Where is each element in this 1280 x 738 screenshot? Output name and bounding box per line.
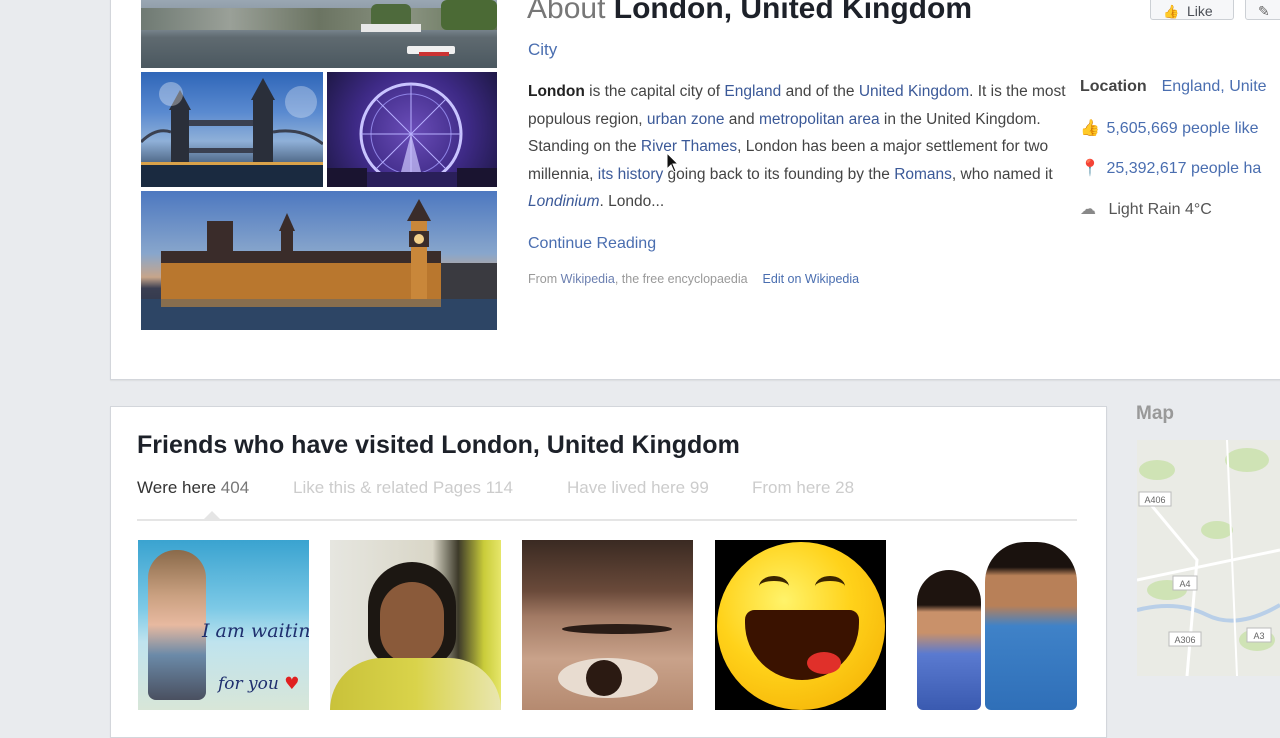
tab-label: Have lived here <box>567 478 686 497</box>
title-prefix: About <box>527 0 606 25</box>
description-text: London is the capital city of England an… <box>528 78 1073 216</box>
london-eye-graphic <box>327 82 497 187</box>
waiting-text-line2-label: for you <box>218 674 279 694</box>
about-page-title: About London, United Kingdom <box>527 0 972 26</box>
friend-photo-4[interactable] <box>715 540 886 710</box>
tab-have-lived-here[interactable]: Have lived here 99 <box>567 478 709 498</box>
photo-parliament[interactable] <box>141 191 497 330</box>
continue-reading-link[interactable]: Continue Reading <box>528 235 656 253</box>
waiting-text-line1: I am waiting <box>202 620 309 642</box>
source-suffix: , the free encyclopaedia <box>614 272 748 286</box>
friend-photo-5[interactable] <box>907 540 1078 710</box>
map-title: Map <box>1136 403 1174 424</box>
tab-were-here[interactable]: Were here 404 <box>137 478 249 498</box>
weather-text: Light Rain 4°C <box>1108 201 1212 218</box>
map-thumbnail[interactable]: A406 A4 A306 A3 <box>1137 440 1280 676</box>
thumbs-up-icon: 👍 <box>1163 4 1180 19</box>
wikipedia-link[interactable]: Wikipedia <box>561 272 615 286</box>
desc-text: . Londo... <box>599 193 665 210</box>
desc-text: and of the <box>781 83 859 100</box>
person-shoulders <box>330 658 501 710</box>
location-value-link[interactable]: England, Unite <box>1162 78 1267 95</box>
tab-label: Were here <box>137 478 217 497</box>
eyebrow <box>562 624 672 634</box>
pencil-icon: ✎ <box>1258 3 1270 19</box>
desc-text: , who named it <box>951 165 1053 183</box>
title-name: London, United Kingdom <box>613 0 973 25</box>
child-figure <box>148 550 206 700</box>
tab-like-this-related-pages[interactable]: Like this & related Pages 114 <box>293 478 513 498</box>
road-label-a3: A3 <box>1253 631 1264 641</box>
left-eye <box>759 576 789 597</box>
photo-london-eye[interactable] <box>327 72 497 187</box>
tab-from-here[interactable]: From here 28 <box>752 478 854 498</box>
friends-title: Friends who have visited London, United … <box>137 431 740 459</box>
edit-on-wikipedia-link[interactable]: Edit on Wikipedia <box>763 272 860 286</box>
man-figure <box>985 542 1077 710</box>
tongue <box>807 652 841 674</box>
friend-photo-1[interactable]: I am waiting for you ♥ <box>138 540 309 710</box>
map-graphic: A406 A4 A306 A3 <box>1137 440 1280 676</box>
thumbs-up-icon: 👍 <box>1080 120 1100 137</box>
visits-row[interactable]: 📍 25,392,617 people ha <box>1080 158 1261 178</box>
parliament-graphic <box>141 199 497 330</box>
location-row: Location England, Unite <box>1080 78 1267 96</box>
like-label: Like <box>1187 3 1213 19</box>
link-england[interactable]: England <box>724 83 781 100</box>
right-eye <box>815 576 845 597</box>
link-river-thames[interactable]: River Thames <box>641 138 737 155</box>
eye-iris <box>586 660 622 696</box>
likes-count: 5,605,669 people like <box>1106 120 1259 137</box>
rain-cloud-icon: ☁ <box>1080 201 1096 218</box>
link-romans[interactable]: Romans <box>894 166 952 183</box>
likes-row[interactable]: 👍 5,605,669 people like <box>1080 118 1259 138</box>
photo-thames-skyline[interactable] <box>141 0 497 68</box>
waiting-text-line2: for you ♥ <box>218 674 300 694</box>
tabs-divider <box>137 519 1077 521</box>
tab-count: 404 <box>220 478 250 497</box>
link-urban-zone[interactable]: urban zone <box>647 111 725 128</box>
tab-count: 28 <box>835 478 855 497</box>
tab-count: 114 <box>485 478 513 497</box>
tower-bridge-graphic <box>141 78 323 187</box>
mouse-cursor-icon <box>667 153 679 173</box>
link-metropolitan-area[interactable]: metropolitan area <box>759 111 880 128</box>
location-label: Location <box>1080 78 1147 95</box>
heart-icon: ♥ <box>284 674 300 694</box>
edit-page-button[interactable]: ✎ <box>1245 0 1280 20</box>
active-tab-indicator <box>204 511 220 519</box>
desc-text: and <box>724 110 759 128</box>
tab-label: Like this & related Pages <box>293 478 482 497</box>
tab-count: 99 <box>689 478 709 497</box>
desc-bold-name: London <box>528 83 585 100</box>
source-prefix: From <box>528 272 561 286</box>
photo-tower-bridge[interactable] <box>141 72 323 187</box>
visits-count: 25,392,617 people ha <box>1106 160 1262 177</box>
desc-text: going back to its founding by the <box>663 165 895 183</box>
road-label-a4: A4 <box>1179 579 1190 589</box>
weather-row: ☁ Light Rain 4°C <box>1080 199 1212 219</box>
friend-photo-2[interactable] <box>330 540 501 710</box>
road-label-a406: A406 <box>1144 495 1165 505</box>
link-its-history[interactable]: its history <box>598 166 663 183</box>
category-link[interactable]: City <box>528 40 557 60</box>
tab-label: From here <box>752 478 831 497</box>
link-londinium[interactable]: Londinium <box>528 193 600 210</box>
friend-photo-3[interactable] <box>522 540 693 710</box>
map-pin-icon: 📍 <box>1080 160 1100 177</box>
desc-text: is the capital city of <box>584 83 725 100</box>
road-label-a306: A306 <box>1174 635 1195 645</box>
source-attribution: From Wikipedia, the free encyclopaedia E… <box>528 272 859 286</box>
link-united-kingdom[interactable]: United Kingdom <box>859 83 969 100</box>
like-page-button[interactable]: 👍 Like <box>1150 0 1234 20</box>
woman-figure <box>917 570 981 710</box>
person-face <box>380 582 444 664</box>
